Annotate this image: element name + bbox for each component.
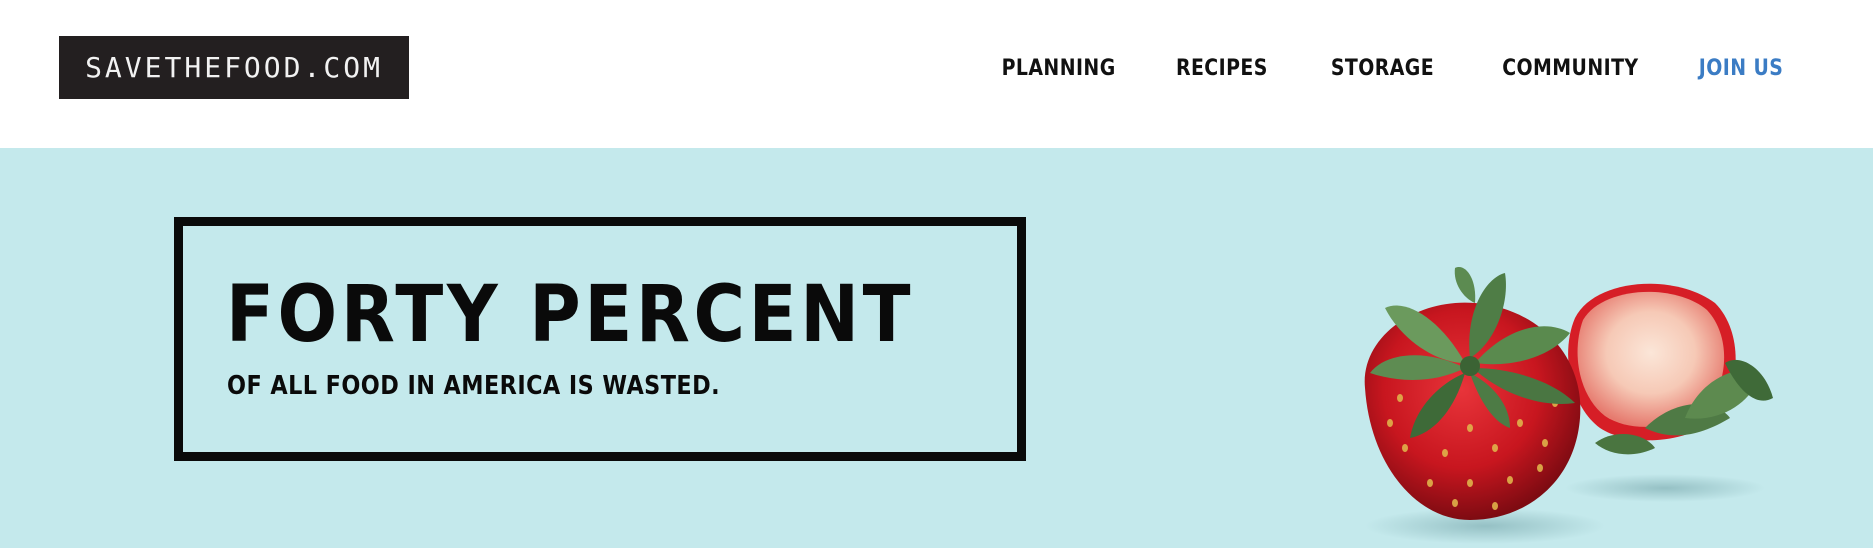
- strawberries-image: [1364, 267, 1773, 544]
- nav-recipes[interactable]: RECIPES: [1176, 56, 1268, 81]
- nav-storage[interactable]: STORAGE: [1331, 56, 1434, 81]
- main-nav: PLANNING RECIPES STORAGE COMMUNITY JOIN …: [937, 56, 1783, 81]
- hero-subline: OF ALL FOOD IN AMERICA IS WASTED.: [227, 371, 721, 401]
- nav-community[interactable]: COMMUNITY: [1502, 56, 1638, 81]
- hero-banner: FORTY PERCENT OF ALL FOOD IN AMERICA IS …: [0, 148, 1873, 548]
- headline-box: FORTY PERCENT OF ALL FOOD IN AMERICA IS …: [174, 217, 1026, 461]
- site-logo[interactable]: SAVETHEFOOD.COM: [59, 36, 409, 99]
- nav-planning[interactable]: PLANNING: [1001, 56, 1115, 81]
- site-header: SAVETHEFOOD.COM PLANNING RECIPES STORAGE…: [0, 0, 1873, 148]
- hero-headline: FORTY PERCENT: [226, 270, 915, 360]
- nav-join-us[interactable]: JOIN US: [1698, 56, 1783, 81]
